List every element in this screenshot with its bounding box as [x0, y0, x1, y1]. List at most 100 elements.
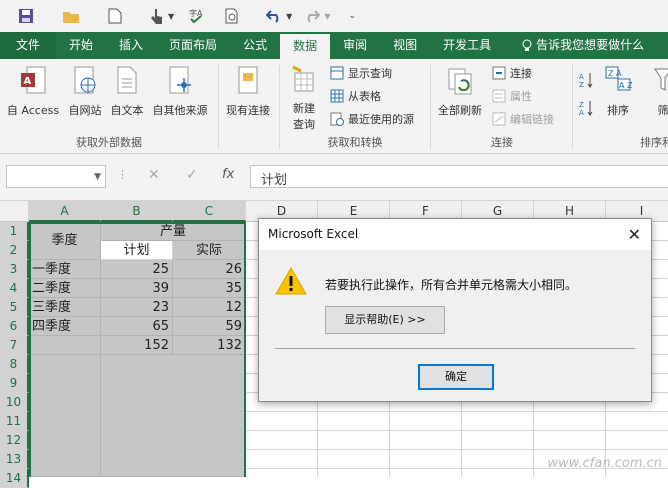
tab-insert[interactable]: 插入	[106, 32, 156, 59]
sort-za-icon[interactable]: ZA	[578, 99, 594, 117]
row-header-6[interactable]: 6	[0, 317, 29, 336]
row-header-7[interactable]: 7	[0, 336, 29, 355]
row-header-3[interactable]: 3	[0, 260, 29, 279]
tab-data[interactable]: 数据	[280, 34, 331, 59]
row-header-5[interactable]: 5	[0, 298, 29, 317]
cell-c2[interactable]: 实际	[173, 241, 246, 260]
properties-button[interactable]: 属性	[492, 88, 532, 104]
row-header-11[interactable]: 11	[0, 412, 29, 431]
row-header-1[interactable]: 1	[0, 222, 29, 241]
cell-c7[interactable]: 132	[173, 336, 246, 355]
tab-view[interactable]: 视图	[380, 32, 430, 59]
undo-icon[interactable]	[266, 4, 282, 28]
row-header-10[interactable]: 10	[0, 393, 29, 412]
cell-c5[interactable]: 12	[173, 298, 246, 317]
print-preview-icon[interactable]	[224, 4, 240, 28]
cell-c4[interactable]: 35	[173, 279, 246, 298]
row-header-4[interactable]: 4	[0, 279, 29, 298]
cell-b5[interactable]: 23	[101, 298, 173, 317]
tab-developer[interactable]: 开发工具	[430, 32, 504, 59]
cell-a3[interactable]: 一季度	[29, 260, 101, 279]
redo-icon[interactable]	[304, 4, 321, 28]
cell-b4[interactable]: 39	[101, 279, 173, 298]
formula-bar-splitter[interactable]: ⋮	[117, 168, 128, 181]
new-file-icon[interactable]	[108, 4, 122, 28]
select-all-corner[interactable]	[0, 201, 29, 222]
cell-b2[interactable]: 计划	[101, 241, 173, 260]
from-other-sources-button[interactable]: 自其他来源	[148, 65, 212, 118]
row-header-9[interactable]: 9	[0, 374, 29, 393]
connections-button[interactable]: 连接	[492, 65, 532, 81]
from-access-button[interactable]: A 自 Access	[4, 65, 62, 118]
dialog-message: 若要执行此操作，所有合并单元格需大小相同。	[325, 278, 578, 292]
group-separator	[430, 65, 431, 149]
group-label-sort-filter: 排序和	[640, 136, 668, 149]
open-folder-icon[interactable]	[62, 4, 80, 28]
from-table-button[interactable]: 从表格	[330, 88, 381, 104]
new-query-label-1: 新建	[293, 102, 315, 115]
cancel-icon[interactable]: ✕	[148, 167, 160, 183]
close-icon[interactable]: ✕	[628, 225, 641, 244]
cell-b6[interactable]: 65	[101, 317, 173, 336]
save-icon[interactable]	[18, 4, 34, 28]
touch-mode-dropdown-icon[interactable]: ▼	[168, 4, 174, 28]
cell-a5[interactable]: 三季度	[29, 298, 101, 317]
row-header-2[interactable]: 2	[0, 241, 29, 260]
dialog-title-bar: Microsoft Excel ✕	[259, 219, 651, 250]
from-text-button[interactable]: 自文本	[106, 65, 148, 118]
ok-button[interactable]: 确定	[418, 364, 494, 390]
column-header-c[interactable]: C	[173, 201, 246, 222]
tab-page-layout[interactable]: 页面布局	[156, 32, 230, 59]
tab-file[interactable]: 文件	[0, 32, 57, 59]
tab-review[interactable]: 审阅	[330, 32, 380, 59]
recent-sources-button[interactable]: 最近使用的源	[330, 111, 414, 127]
filter-button[interactable]: 筛	[648, 65, 668, 118]
redo-dropdown-icon[interactable]: ▼	[324, 4, 330, 28]
show-queries-button[interactable]: 显示查询	[330, 65, 392, 81]
edit-links-button[interactable]: 编辑链接	[492, 111, 554, 127]
name-box[interactable]: ▼	[6, 165, 106, 188]
formula-input[interactable]: 计划	[250, 165, 668, 188]
tab-home[interactable]: 开始	[56, 32, 106, 59]
group-label-connections: 连接	[491, 136, 513, 149]
ribbon-data: A 自 Access 自网站 自文本 自其他来源 获取外部数据 现有连接 新建 …	[0, 59, 668, 154]
cell-b7[interactable]: 152	[101, 336, 173, 355]
customize-toolbar-icon[interactable]: ⌄	[348, 4, 356, 28]
insert-function-icon[interactable]: fx	[222, 167, 234, 182]
cell-c3[interactable]: 26	[173, 260, 246, 279]
sort-az-icon[interactable]: AZ	[578, 71, 594, 89]
touch-mode-icon[interactable]	[150, 4, 164, 28]
row-header-12[interactable]: 12	[0, 431, 29, 450]
cell-b1-merged[interactable]: 产量	[101, 222, 246, 241]
cell-a6[interactable]: 四季度	[29, 317, 101, 336]
group-separator	[218, 65, 219, 149]
cell-b3[interactable]: 25	[101, 260, 173, 279]
cell-a1-merged[interactable]: 季度	[29, 222, 101, 260]
new-query-button[interactable]: 新建 查询	[284, 65, 324, 132]
selected-blank-area-a[interactable]	[29, 355, 101, 477]
from-web-button[interactable]: 自网站	[64, 65, 106, 118]
show-help-button[interactable]: 显示帮助(E) >>	[325, 306, 445, 334]
cell-c6[interactable]: 59	[173, 317, 246, 336]
tab-formulas[interactable]: 公式	[230, 32, 280, 59]
row-header-8[interactable]: 8	[0, 355, 29, 374]
cell-a7[interactable]	[29, 336, 101, 355]
undo-dropdown-icon[interactable]: ▼	[286, 4, 292, 28]
sort-button[interactable]: Z A A Z 排序	[600, 65, 636, 118]
selected-blank-area-bc[interactable]	[101, 355, 246, 477]
tell-me-text: 告诉我您想要做什么	[536, 38, 645, 52]
enter-icon[interactable]: ✓	[186, 167, 198, 183]
row-header-14[interactable]: 14	[0, 469, 29, 488]
from-table-icon	[330, 89, 344, 103]
name-box-dropdown-icon[interactable]: ▼	[94, 172, 101, 182]
existing-connections-button[interactable]: 现有连接	[221, 65, 275, 118]
refresh-all-button[interactable]: 全部刷新	[434, 65, 486, 118]
column-header-a[interactable]: A	[29, 201, 101, 222]
tell-me-box[interactable]: 告诉我您想要做什么	[504, 32, 657, 59]
recent-sources-label: 最近使用的源	[348, 113, 414, 126]
row-header-13[interactable]: 13	[0, 450, 29, 469]
spelling-icon[interactable]: 字A	[188, 4, 206, 28]
filter-label: 筛	[657, 104, 668, 117]
column-header-b[interactable]: B	[101, 201, 173, 222]
cell-a4[interactable]: 二季度	[29, 279, 101, 298]
